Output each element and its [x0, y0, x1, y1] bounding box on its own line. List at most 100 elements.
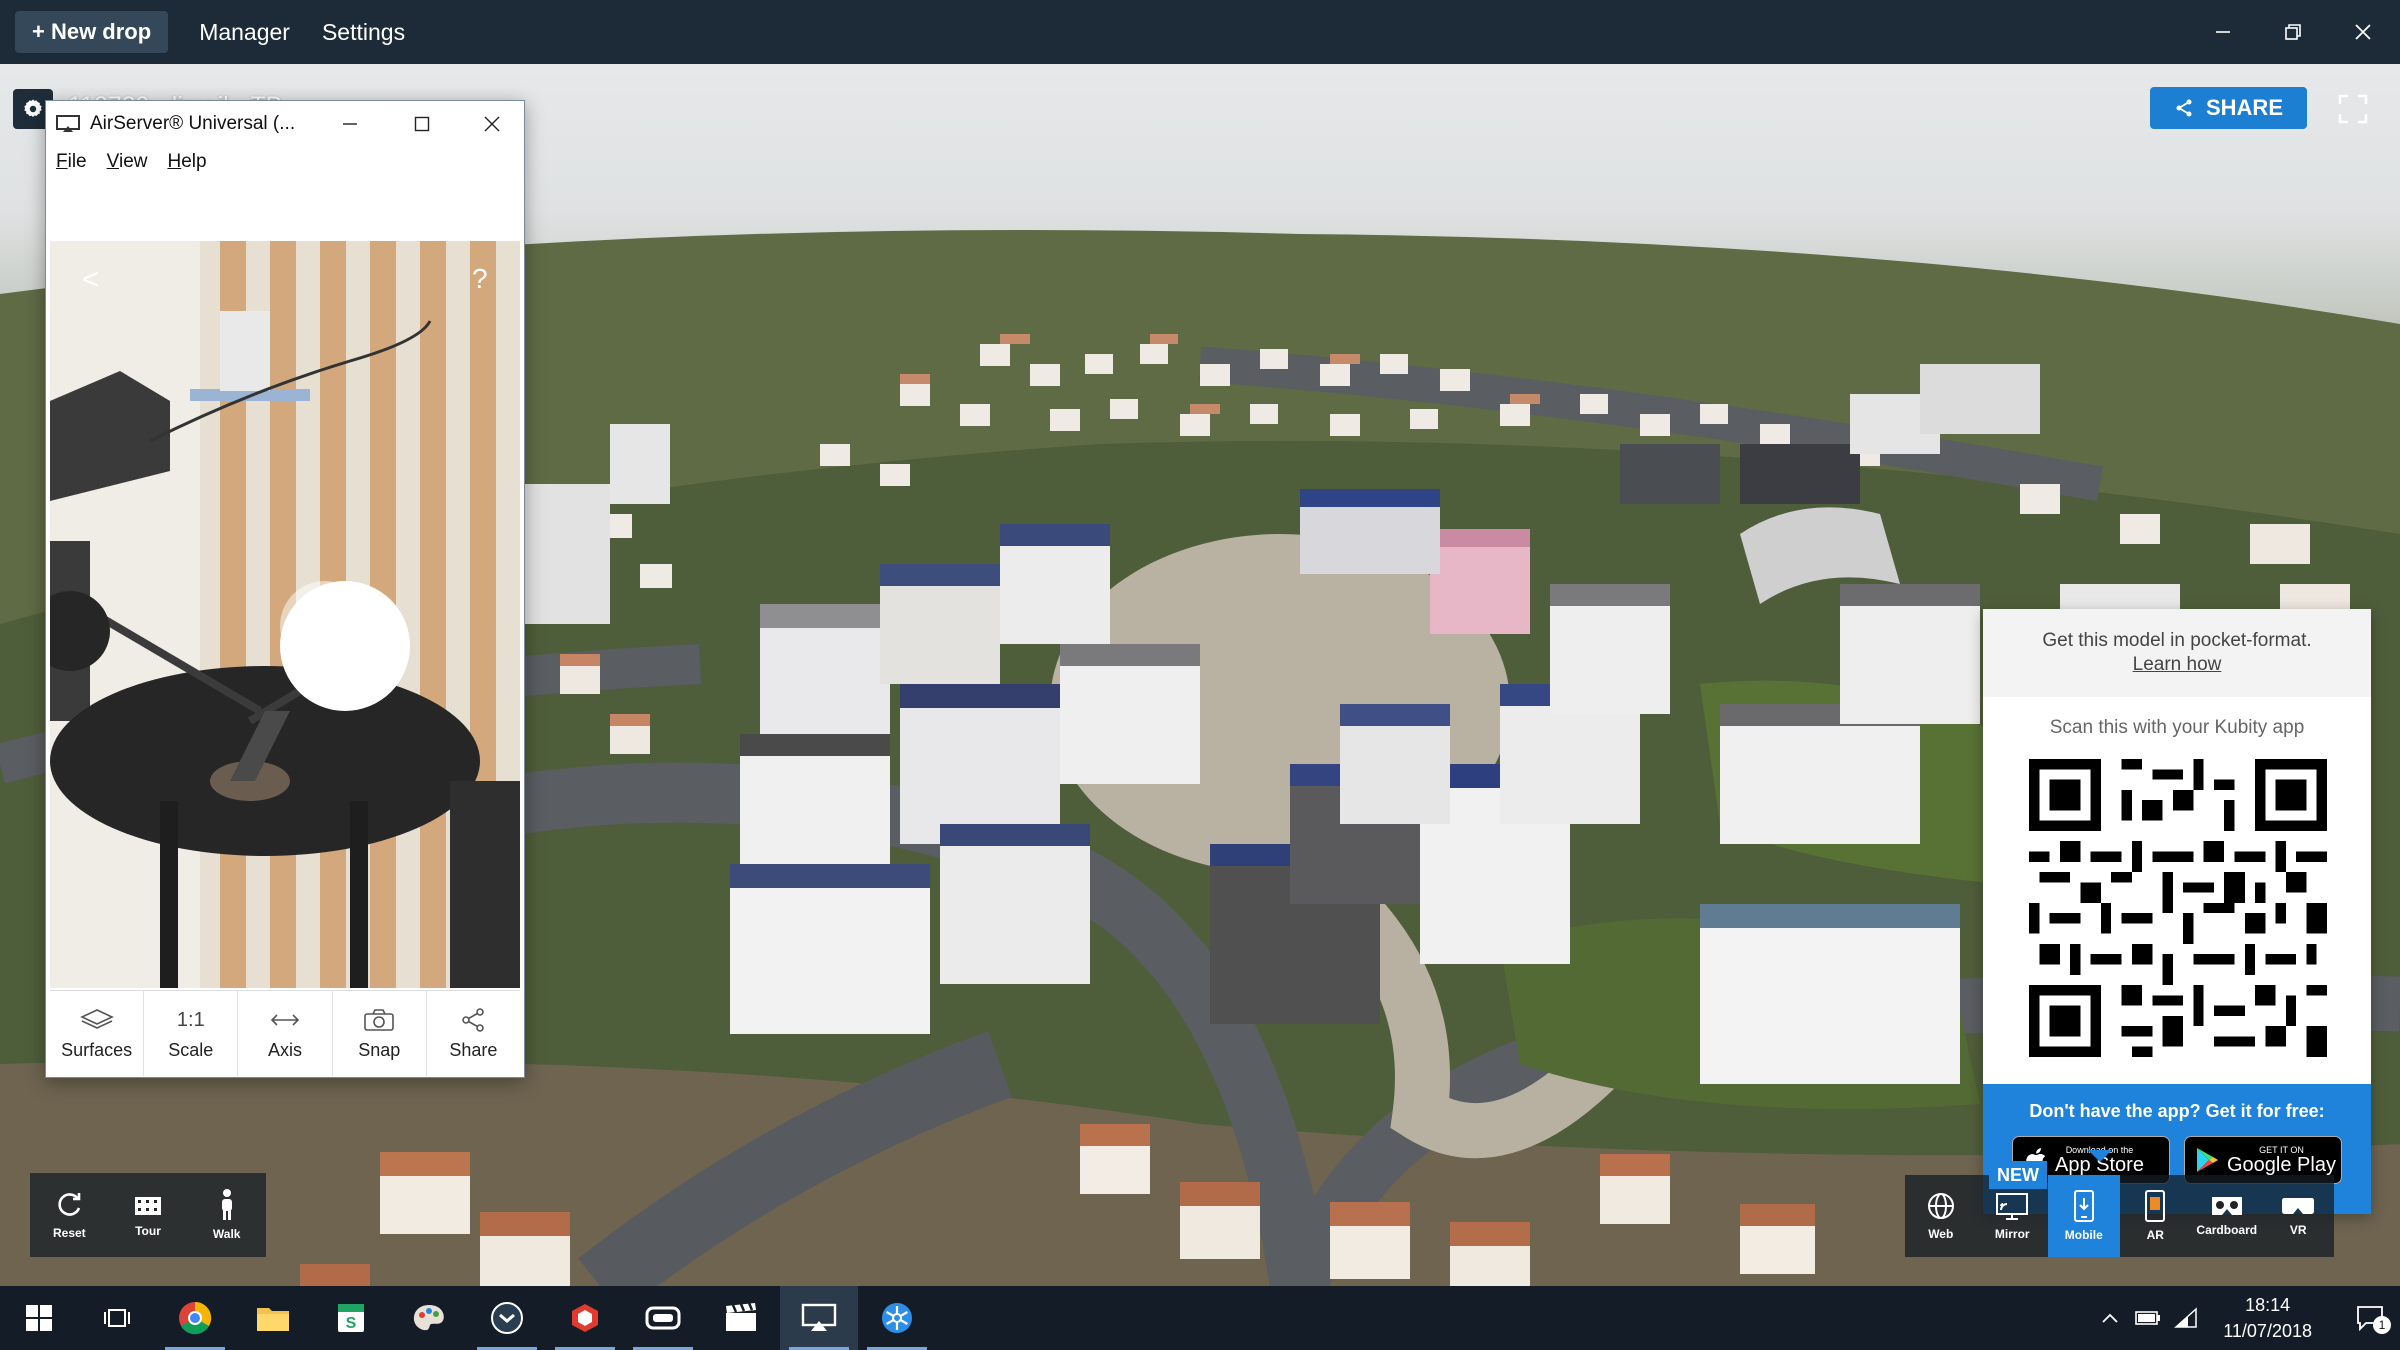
axis-icon [270, 1014, 300, 1026]
system-tray: 18:14 11/07/2018 1 [2091, 1286, 2400, 1350]
network-button[interactable] [2167, 1286, 2205, 1350]
mirror-label: Mirror [1994, 1227, 2030, 1241]
share-mode-toolbar: Web Mirror Mobile AR Cardboard VR [1905, 1175, 2334, 1257]
taskbar-sketchup[interactable] [546, 1286, 624, 1350]
taskbar-movies[interactable] [702, 1286, 780, 1350]
airserver-icon [801, 1303, 837, 1331]
airserver-menubar: File View Help [46, 147, 524, 177]
scan-instruction: Scan this with your Kubity app [2049, 717, 2305, 738]
sheets-app-icon: S [338, 1304, 364, 1332]
start-button[interactable] [0, 1286, 78, 1350]
fullscreen-icon [2338, 94, 2368, 124]
taskbar-vr-app[interactable] [624, 1286, 702, 1350]
taskbar-file-explorer[interactable] [234, 1286, 312, 1350]
close-window-button[interactable] [2328, 0, 2398, 64]
phone-share-button[interactable]: Share [427, 991, 520, 1076]
reset-icon [58, 1193, 81, 1216]
settings-nav-link[interactable]: Settings [322, 19, 405, 46]
vr-icon [2282, 1198, 2315, 1214]
taskbar-kubity[interactable] [468, 1286, 546, 1350]
cardboard-icon [2211, 1197, 2242, 1215]
app-top-bar: + New drop Manager Settings [0, 0, 2400, 64]
navigation-toolbar: Reset Tour Walk [30, 1173, 266, 1257]
mirror-icon [1996, 1193, 2029, 1220]
vr-mode-button[interactable]: VR [2263, 1175, 2335, 1257]
manager-nav-link[interactable]: Manager [199, 19, 290, 46]
new-drop-button[interactable]: + New drop [15, 11, 169, 53]
folder-icon [257, 1308, 289, 1331]
web-label: Web [1928, 1227, 1954, 1241]
taskbar-clock[interactable]: 18:14 11/07/2018 [2223, 1292, 2312, 1344]
walk-button[interactable]: Walk [187, 1173, 266, 1257]
ar-mode-button[interactable]: AR [2120, 1175, 2192, 1257]
scale-icon: 1:1 [176, 1008, 205, 1031]
file-menu[interactable]: File [56, 151, 87, 173]
phone-help-button[interactable]: ? [472, 263, 488, 295]
airserver-minimize-button[interactable] [314, 101, 386, 147]
airserver-window-title: AirServer® Universal (... [90, 113, 296, 134]
mobile-icon [2073, 1190, 2094, 1222]
mobile-qr-popup: Get this model in pocket-format. Learn h… [1983, 609, 2371, 1214]
taskbar-airserver[interactable] [780, 1286, 858, 1350]
battery-icon [2135, 1311, 2161, 1325]
phone-ar-toolbar: Surfaces 1:1 Scale Axis Snap Share [50, 990, 520, 1076]
taskbar-snowflake-app[interactable] [858, 1286, 936, 1350]
clock-time: 18:14 [2245, 1295, 2291, 1315]
task-view-icon [104, 1309, 130, 1327]
scale-label: Scale [168, 1040, 214, 1060]
close-icon [2355, 24, 2371, 40]
airserver-app-icon [56, 115, 80, 132]
axis-button[interactable]: Axis [238, 991, 333, 1076]
surfaces-button[interactable]: Surfaces [50, 991, 145, 1076]
tour-button[interactable]: Tour [109, 1173, 188, 1257]
action-center-button[interactable]: 1 [2340, 1286, 2400, 1350]
ar-icon [2145, 1190, 2166, 1222]
phone-back-button[interactable]: < [82, 263, 100, 297]
surfaces-label: Surfaces [61, 1040, 133, 1060]
notification-count-badge: 1 [2373, 1316, 2391, 1334]
tour-icon [135, 1197, 161, 1215]
chevron-up-icon [2102, 1313, 2118, 1323]
snap-button[interactable]: Snap [333, 991, 427, 1076]
cardboard-mode-button[interactable]: Cardboard [2191, 1175, 2263, 1257]
show-hidden-icons-button[interactable] [2091, 1286, 2129, 1350]
clapperboard-icon [726, 1303, 756, 1331]
share-icon [462, 1008, 485, 1032]
taskbar-paint[interactable] [390, 1286, 468, 1350]
cardboard-label: Cardboard [2196, 1223, 2258, 1237]
mobile-mode-button[interactable]: Mobile [2048, 1175, 2120, 1257]
learn-how-link[interactable]: Learn how [1983, 653, 2371, 677]
airserver-titlebar[interactable]: AirServer® Universal (... [46, 101, 524, 147]
fullscreen-button[interactable] [2336, 92, 2370, 126]
get-app-text: Don't have the app? Get it for free: [2029, 1101, 2325, 1121]
web-mode-button[interactable]: Web [1905, 1175, 1977, 1257]
mirrored-phone-screen[interactable]: < ? [50, 241, 520, 988]
maximize-icon [414, 116, 430, 132]
wifi-icon [2174, 1307, 2197, 1328]
taskbar-chrome[interactable] [156, 1286, 234, 1350]
restore-window-button[interactable] [2258, 0, 2328, 64]
taskbar-sketchbook[interactable]: S [312, 1286, 390, 1350]
share-button[interactable]: SHARE [2150, 87, 2307, 129]
view-menu[interactable]: View [107, 151, 148, 173]
google-play-text: Google Play [2227, 1153, 2336, 1176]
minimize-window-button[interactable] [2188, 0, 2258, 64]
axis-label: Axis [268, 1040, 303, 1060]
chrome-icon [179, 1301, 212, 1335]
scale-button[interactable]: 1:1 Scale [144, 991, 239, 1076]
camera-icon [364, 1009, 395, 1031]
share-label: SHARE [2205, 95, 2283, 120]
popup-headline: Get this model in pocket-format. [2042, 630, 2312, 651]
phone-share-label: Share [449, 1040, 498, 1060]
headset-icon [645, 1306, 681, 1330]
walk-icon [221, 1189, 232, 1220]
task-view-button[interactable] [78, 1286, 156, 1350]
new-badge: NEW [1989, 1161, 2047, 1189]
google-play-small-text: GET IT ON [2259, 1144, 2304, 1155]
airserver-maximize-button[interactable] [386, 101, 458, 147]
help-menu[interactable]: Help [167, 151, 206, 173]
battery-button[interactable] [2129, 1286, 2167, 1350]
airserver-close-button[interactable] [456, 101, 528, 147]
reset-view-button[interactable]: Reset [30, 1173, 109, 1257]
tour-label: Tour [135, 1224, 161, 1238]
